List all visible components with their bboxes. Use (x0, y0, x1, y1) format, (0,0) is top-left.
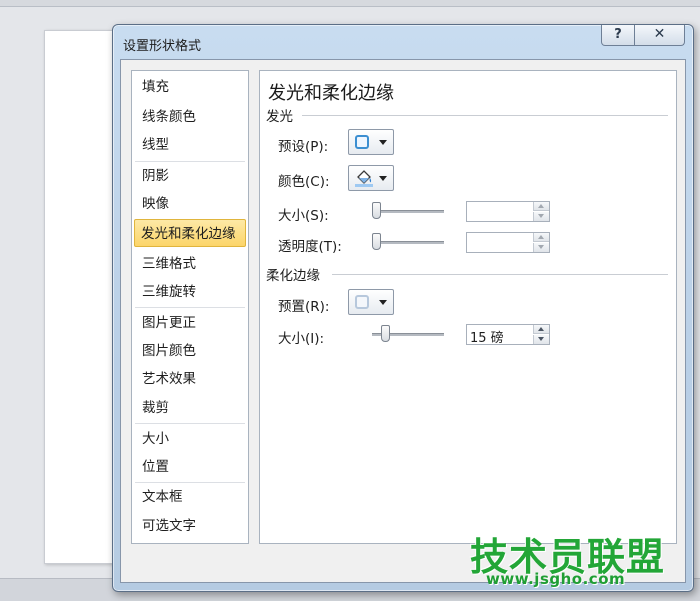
category-divider (135, 423, 245, 424)
dialog-body: 填充 线条颜色 线型 阴影 映像 发光和柔化边缘 三维格式 三维旋转 图片更正 … (120, 59, 686, 583)
soft-edge-preset-icon (355, 295, 369, 309)
glow-size-slider-track[interactable] (372, 210, 444, 213)
category-position[interactable]: 位置 (132, 453, 248, 481)
soft-edges-size-label: 大小(I): (278, 331, 325, 347)
category-picture-color[interactable]: 图片颜色 (132, 337, 248, 365)
spin-down-icon[interactable] (533, 243, 549, 252)
spin-down-icon[interactable] (533, 335, 549, 344)
category-divider (135, 307, 245, 308)
soft-edges-size-spinner[interactable]: 15 磅 (466, 324, 550, 346)
glow-preset-icon (355, 135, 369, 149)
category-shadow[interactable]: 阴影 (132, 162, 248, 190)
category-glow-soft-edges[interactable]: 发光和柔化边缘 (134, 219, 246, 247)
soft-edges-size-slider-thumb[interactable] (381, 325, 390, 342)
spin-up-icon[interactable] (533, 202, 549, 211)
chevron-down-icon (379, 140, 387, 145)
spin-up-icon[interactable] (533, 233, 549, 242)
category-reflection[interactable]: 映像 (132, 190, 248, 218)
close-button[interactable]: ✕ (634, 25, 685, 46)
category-artistic-effects[interactable]: 艺术效果 (132, 365, 248, 393)
category-fill[interactable]: 填充 (132, 73, 248, 101)
dialog-title: 设置形状格式 (123, 39, 202, 54)
soft-edges-preset-label: 预置(R): (278, 299, 330, 315)
category-alt-text[interactable]: 可选文字 (132, 512, 248, 540)
category-list: 填充 线条颜色 线型 阴影 映像 发光和柔化边缘 三维格式 三维旋转 图片更正 … (131, 70, 249, 544)
soft-edges-section-heading: 柔化边缘 (266, 268, 320, 284)
app-background-strip (0, 0, 700, 7)
glow-transparency-label: 透明度(T): (278, 239, 342, 255)
glow-preset-label: 预设(P): (278, 139, 329, 155)
glow-color-dropdown[interactable] (348, 165, 394, 191)
glow-color-label: 颜色(C): (278, 174, 330, 190)
glow-transparency-slider-track[interactable] (372, 241, 444, 244)
spin-up-icon[interactable] (533, 325, 549, 334)
soft-edges-size-value[interactable]: 15 磅 (470, 327, 504, 346)
format-shape-dialog: 设置形状格式 ? ✕ 填充 线条颜色 线型 阴影 映像 发光和柔化边缘 三维格式… (112, 24, 694, 592)
section-divider (332, 274, 668, 275)
category-line-color[interactable]: 线条颜色 (132, 103, 248, 131)
category-crop[interactable]: 裁剪 (132, 394, 248, 422)
chevron-down-icon (379, 176, 387, 181)
watermark-url: www.jsgho.com (486, 570, 626, 588)
chevron-down-icon (379, 300, 387, 305)
soft-edges-preset-dropdown[interactable] (348, 289, 394, 315)
glow-transparency-spinner[interactable] (466, 232, 550, 253)
section-divider (302, 115, 668, 116)
category-picture-corrections[interactable]: 图片更正 (132, 309, 248, 337)
spin-down-icon[interactable] (533, 212, 549, 221)
glow-size-slider-thumb[interactable] (372, 202, 381, 219)
category-3d-format[interactable]: 三维格式 (132, 250, 248, 278)
category-size[interactable]: 大小 (132, 425, 248, 453)
glow-transparency-slider-thumb[interactable] (372, 233, 381, 250)
glow-section-heading: 发光 (266, 109, 293, 125)
glow-preset-dropdown[interactable] (348, 129, 394, 155)
glow-size-spinner[interactable] (466, 201, 550, 222)
glow-size-label: 大小(S): (278, 208, 329, 224)
category-line-style[interactable]: 线型 (132, 131, 248, 159)
category-3d-rotation[interactable]: 三维旋转 (132, 278, 248, 306)
panel-title: 发光和柔化边缘 (268, 83, 394, 104)
help-button[interactable]: ? (601, 25, 635, 46)
paint-bucket-icon (355, 170, 373, 187)
category-text-box[interactable]: 文本框 (132, 483, 248, 511)
settings-panel: 发光和柔化边缘 发光 预设(P): 颜色(C): 大小(S): 透明度(T): … (259, 70, 677, 544)
